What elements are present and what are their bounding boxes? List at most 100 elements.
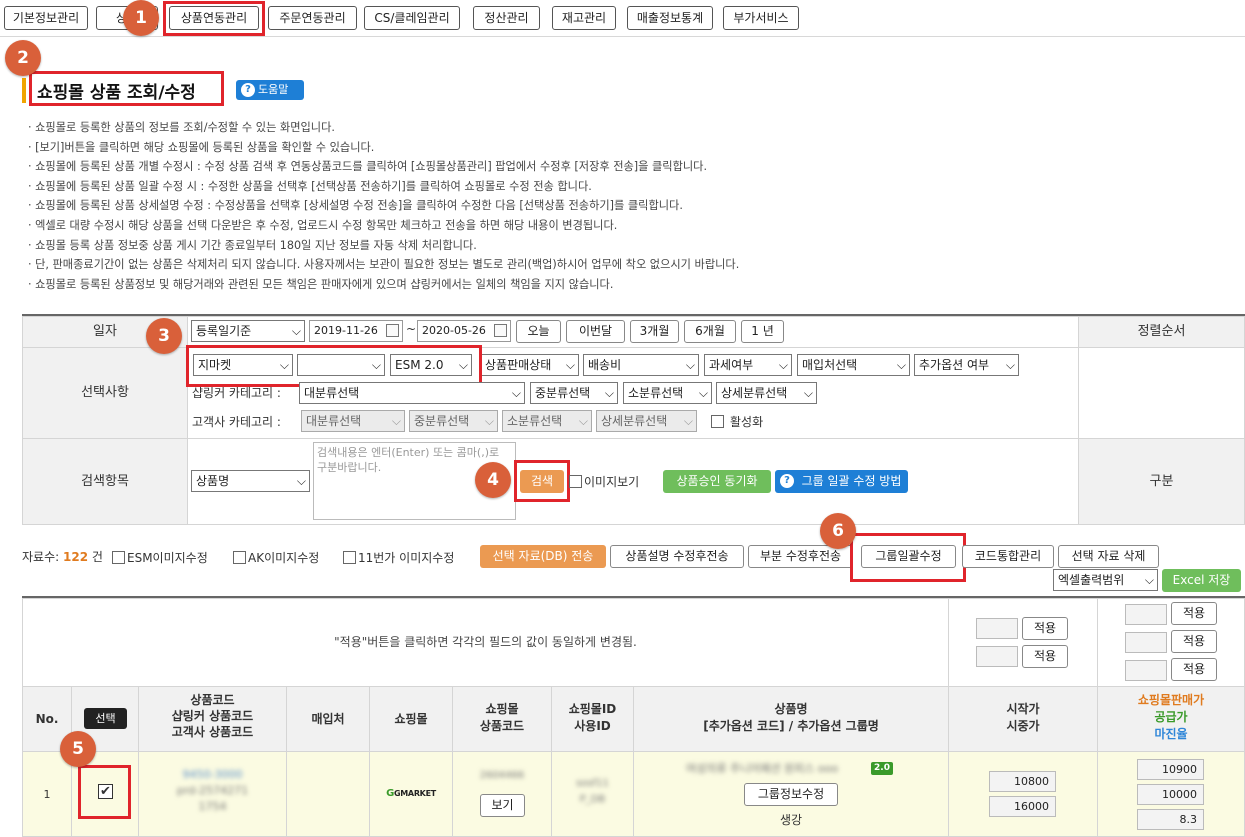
question-icon: ?	[780, 474, 794, 488]
customer-detail-category-select[interactable]: 상세분류선택 ⌵	[596, 410, 697, 432]
esm-image-checkbox[interactable]	[112, 551, 125, 564]
calendar-icon[interactable]	[494, 324, 507, 337]
send-selected-button[interactable]: 선택 자료(DB) 전송	[480, 545, 606, 568]
col-header-price: 시작가 시중가	[948, 686, 1098, 752]
notice-item: · 단, 판매종료기간이 없는 상품은 삭제처리 되지 않습니다. 사용자께서는…	[28, 258, 740, 272]
date-from-input[interactable]: 2019-11-26	[309, 320, 403, 342]
notice-item: · 엑셀로 대량 수정시 해당 상품을 선택 다운받은 후 수정, 업로드시 수…	[28, 218, 618, 232]
date-1-year-button[interactable]: 1 년	[741, 320, 784, 343]
nav-product-sync[interactable]: 상품연동관리	[169, 6, 259, 30]
shoplinker-small-category-select[interactable]: 소분류선택 ⌵	[623, 382, 712, 404]
nav-sales-stats[interactable]: 매출정보통계	[627, 6, 713, 30]
date-3-months-button[interactable]: 3개월	[630, 320, 679, 343]
excel-range-select[interactable]: 엑셀출력범위 ⌵	[1053, 569, 1158, 591]
search-field-select[interactable]: 상품명 ⌵	[191, 470, 310, 492]
mall-select[interactable]: 지마켓 ⌵	[193, 354, 293, 376]
tax-select[interactable]: 과세여부 ⌵	[704, 354, 792, 376]
date-to-input[interactable]: 2020-05-26	[417, 320, 511, 342]
row-product-codes[interactable]: 9450-3000 prd-2574271 1754	[138, 767, 287, 815]
help-button[interactable]: ? 도움말	[236, 80, 304, 100]
customer-mid-category-select[interactable]: 중분류선택 ⌵	[409, 410, 498, 432]
calendar-icon[interactable]	[386, 324, 399, 337]
view-button[interactable]: 보기	[480, 794, 525, 817]
row-no: 1	[43, 788, 51, 801]
desc-edit-send-button[interactable]: 상품설명 수정후전송	[610, 545, 744, 568]
bulk-sale-price-input[interactable]	[1125, 604, 1167, 625]
apply-button[interactable]: 적용	[1022, 645, 1068, 668]
shoplinker-detail-category-select[interactable]: 상세분류선택 ⌵	[716, 382, 817, 404]
ak-image-checkbox[interactable]	[233, 551, 246, 564]
row-product-name[interactable]: 여성의류 주니어패션 원피스 ooo	[686, 760, 866, 776]
customer-large-category-select[interactable]: 대분류선택 ⌵	[301, 410, 405, 432]
add-option-select[interactable]: 추가옵션 여부 ⌵	[914, 354, 1019, 376]
select-label: 선택사항	[22, 347, 188, 439]
market-price-input[interactable]: 16000	[989, 796, 1056, 817]
shoplinker-large-category-select[interactable]: 대분류선택 ⌵	[299, 382, 525, 404]
sort-cell	[1078, 347, 1245, 439]
nav-cs-claim[interactable]: CS/클레임관리	[364, 6, 460, 30]
margin-header: 마진율	[1154, 727, 1188, 741]
sort-label: 정렬순서	[1078, 316, 1245, 348]
notice-item: · 쇼핑몰로 등록한 상품의 정보를 조회/수정할 수 있는 화면입니다.	[28, 121, 335, 134]
esm-version-select[interactable]: ESM 2.0 ⌵	[390, 354, 472, 376]
bulk-margin-input[interactable]	[1125, 660, 1167, 681]
excel-save-button[interactable]: Excel 저장	[1162, 569, 1241, 592]
apply-button[interactable]: 적용	[1171, 658, 1217, 681]
supply-price-input[interactable]: 10000	[1137, 784, 1204, 805]
code-merge-button[interactable]: 코드통합관리	[962, 545, 1054, 568]
search-button[interactable]: 검색	[520, 470, 564, 493]
search-item-label: 검색항목	[22, 438, 188, 525]
nav-basic-info[interactable]: 기본정보관리	[4, 6, 88, 30]
apply-button[interactable]: 적용	[1171, 602, 1217, 625]
shipping-fee-select[interactable]: 배송비 ⌵	[583, 354, 699, 376]
shoplinker-category-label: 샵링커 카테고리 :	[192, 386, 281, 400]
date-tilde: ~	[406, 322, 417, 336]
row-mall-code: 2604466	[479, 770, 525, 781]
customer-small-category-select[interactable]: 소분류선택 ⌵	[502, 410, 592, 432]
notice-item: · 쇼핑몰에 등록된 상품 개별 수정시 : 수정 상품 검색 후 연동상품코드…	[28, 160, 708, 174]
row-select-checkbox[interactable]: ✔	[98, 784, 113, 799]
11st-image-checkbox[interactable]	[343, 551, 356, 564]
bulk-supply-price-input[interactable]	[1125, 632, 1167, 653]
record-count-label: 자료수:	[22, 550, 60, 564]
activate-label: 활성화	[730, 415, 764, 429]
division-label: 구분	[1078, 438, 1245, 525]
select-all-button[interactable]: 선택	[84, 708, 127, 729]
group-edit-help-button[interactable]: ? 그룹 일괄 수정 방법	[775, 470, 908, 493]
nav-settlement[interactable]: 정산관리	[473, 6, 540, 30]
nav-addon-service[interactable]: 부가서비스	[723, 6, 799, 30]
supplier-select[interactable]: 매입처선택 ⌵	[797, 354, 910, 376]
mall-sub-select[interactable]: ⌵	[297, 354, 385, 376]
bulk-market-price-input[interactable]	[976, 646, 1018, 667]
record-count-unit: 건	[91, 550, 103, 564]
start-price-input[interactable]: 10800	[989, 771, 1056, 792]
sale-status-select[interactable]: 상품판매상태 ⌵	[480, 354, 579, 376]
esm-image-label: ESM이미지수정	[127, 551, 208, 565]
date-today-button[interactable]: 오늘	[516, 320, 561, 343]
step-badge-1: 1	[123, 0, 159, 36]
col-header-mall: 쇼핑몰	[369, 686, 453, 752]
group-bulk-edit-button[interactable]: 그룹일괄수정	[861, 545, 956, 568]
record-count: 자료수: 122 건	[22, 548, 103, 565]
col-header-supplier: 매입처	[286, 686, 370, 752]
date-this-month-button[interactable]: 이번달	[566, 320, 625, 343]
sale-price-header: 쇼핑몰판매가	[1137, 693, 1205, 707]
image-view-checkbox[interactable]	[569, 475, 582, 488]
group-info-edit-button[interactable]: 그룹정보수정	[744, 783, 838, 806]
sale-price-input[interactable]: 10900	[1137, 759, 1204, 780]
delete-selected-button[interactable]: 선택 자료 삭제	[1058, 545, 1159, 568]
date-type-select[interactable]: 등록일기준 ⌵	[191, 320, 305, 342]
row-divider	[286, 751, 370, 837]
product-approval-sync-button[interactable]: 상품승인 동기화	[663, 470, 771, 493]
apply-button[interactable]: 적용	[1022, 617, 1068, 640]
step-badge-6: 6	[820, 513, 856, 549]
margin-input[interactable]: 8.3	[1137, 809, 1204, 830]
date-6-months-button[interactable]: 6개월	[684, 320, 736, 343]
activate-checkbox[interactable]	[711, 415, 724, 428]
apply-button[interactable]: 적용	[1171, 630, 1217, 653]
nav-order-sync[interactable]: 주문연동관리	[268, 6, 357, 30]
nav-inventory[interactable]: 재고관리	[552, 6, 616, 30]
notice-item: · [보기]버튼을 클릭하면 해당 쇼핑몰에 등록된 상품을 확인할 수 있습니…	[28, 140, 375, 154]
shoplinker-mid-category-select[interactable]: 중분류선택 ⌵	[530, 382, 618, 404]
bulk-start-price-input[interactable]	[976, 618, 1018, 639]
